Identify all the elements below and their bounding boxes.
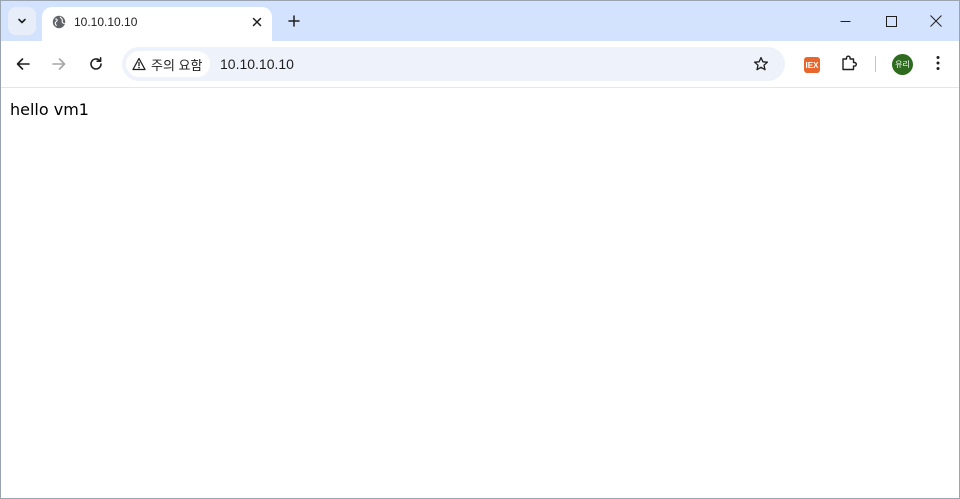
extension-icon[interactable]: IEX — [804, 57, 820, 73]
arrow-left-icon — [15, 56, 31, 72]
close-icon — [252, 17, 262, 27]
new-tab-button[interactable] — [282, 9, 306, 33]
avatar[interactable]: 유리 — [892, 54, 913, 75]
page-content: hello vm1 — [1, 88, 959, 498]
close-icon — [930, 15, 942, 27]
browser-window: 10.10.10.10 주의 요함 10.10.10.10 IEX 유리 hel… — [0, 0, 960, 499]
tab-search-button[interactable] — [8, 7, 36, 35]
menu-button[interactable] — [927, 51, 949, 75]
active-tab[interactable]: 10.10.10.10 — [42, 7, 272, 41]
security-label: 주의 요함 — [151, 57, 203, 73]
security-chip[interactable]: 주의 요함 — [126, 51, 211, 77]
back-button[interactable] — [9, 50, 37, 78]
url-text[interactable]: 10.10.10.10 — [220, 56, 294, 72]
tab-title: 10.10.10.10 — [74, 15, 138, 29]
chevron-down-icon — [16, 15, 28, 27]
close-window-button[interactable] — [913, 5, 959, 37]
forward-button[interactable] — [45, 50, 73, 78]
address-bar[interactable]: 주의 요함 10.10.10.10 — [122, 47, 785, 81]
extensions-button[interactable] — [837, 51, 861, 75]
page-body-text: hello vm1 — [10, 100, 89, 119]
reload-button[interactable] — [82, 50, 110, 78]
maximize-button[interactable] — [868, 5, 914, 37]
minimize-button[interactable] — [822, 5, 868, 37]
warning-icon — [132, 57, 146, 71]
puzzle-icon — [840, 54, 858, 72]
globe-icon — [52, 15, 66, 29]
bookmark-button[interactable] — [749, 52, 773, 76]
more-vertical-icon — [936, 55, 940, 71]
tab-strip: 10.10.10.10 — [1, 1, 959, 41]
star-icon — [753, 56, 769, 72]
plus-icon — [288, 15, 300, 27]
minimize-icon — [840, 16, 851, 27]
extension-label: IEX — [805, 60, 819, 70]
maximize-icon — [885, 15, 897, 27]
reload-icon — [88, 56, 104, 72]
arrow-right-icon — [51, 56, 67, 72]
avatar-text: 유리 — [895, 60, 910, 69]
close-tab-button[interactable] — [248, 13, 266, 31]
toolbar-divider — [875, 56, 876, 72]
